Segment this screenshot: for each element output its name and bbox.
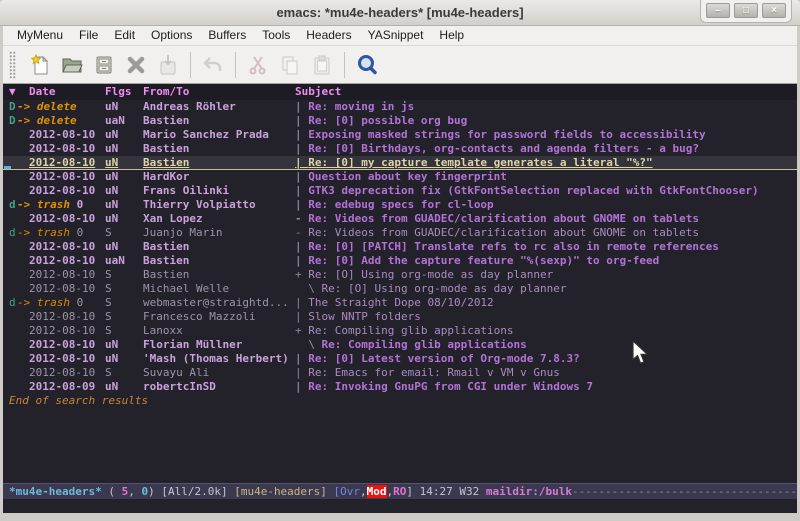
toolbar-separator <box>190 52 191 78</box>
maximize-button[interactable]: □ <box>734 3 758 18</box>
modeline-segment: ---------------------------------------- <box>572 485 797 498</box>
end-of-results: End of search results <box>3 394 797 408</box>
message-row[interactable]: 2012-08-10SBastien+ Re: [O] Using org-mo… <box>3 268 797 282</box>
modeline-segment: , <box>128 485 141 498</box>
menu-item-help[interactable]: Help <box>431 26 472 45</box>
new-file-icon[interactable] <box>24 50 56 80</box>
menu-item-mymenu[interactable]: MyMenu <box>9 26 71 45</box>
modeline-segment: 14:27 W32 <box>420 485 486 498</box>
message-row[interactable]: D-> deleteuNAndreas Röhler| Re: moving i… <box>3 100 797 114</box>
modeline-segment: [mu4e-headers] <box>234 485 333 498</box>
message-row[interactable]: 2012-08-10uNMario Sanchez Prada| Exposin… <box>3 128 797 142</box>
message-row[interactable]: 2012-08-10SMichael Welle \ Re: [O] Using… <box>3 282 797 296</box>
message-row[interactable]: 2012-08-09uNrobertcInSD| Re: Invoking Gn… <box>3 380 797 394</box>
toolbar-drag-handle[interactable] <box>9 51 16 79</box>
modeline-segment: ( <box>102 485 122 498</box>
message-row[interactable]: 2012-08-10uNHardKor| Question about key … <box>3 170 797 184</box>
text-cursor <box>4 166 11 169</box>
menu-item-options[interactable]: Options <box>143 26 200 45</box>
close-buffer-icon[interactable] <box>120 50 152 80</box>
modeline-segment: *mu4e-headers* <box>9 485 102 498</box>
window-controls: – □ × <box>700 0 792 23</box>
modeline-segment: ] <box>406 485 419 498</box>
column-header-subject: Subject <box>295 85 341 98</box>
modeline-segment: Mod <box>367 485 387 498</box>
message-row[interactable]: d-> trash 0uNThierry Volpiatto| Re: edeb… <box>3 198 797 212</box>
column-header-flags: Flgs <box>105 84 143 100</box>
modeline-segment: RO <box>393 485 406 498</box>
menu-item-yasnippet[interactable]: YASnippet <box>360 26 432 45</box>
message-row[interactable]: 2012-08-10SLanoxx+ Re: Compiling glib ap… <box>3 324 797 338</box>
minimize-button[interactable]: – <box>706 3 730 18</box>
menu-item-tools[interactable]: Tools <box>254 26 298 45</box>
toolbar-separator <box>235 52 236 78</box>
mu4e-headers-buffer: ▼DateFlgsFrom/ToSubject D-> deleteuNAndr… <box>3 84 797 499</box>
menu-item-file[interactable]: File <box>71 26 106 45</box>
save-icon[interactable] <box>88 50 120 80</box>
column-header-date: Date <box>17 84 105 100</box>
message-row[interactable]: 2012-08-10SSuvayu Ali| Re: Emacs for ema… <box>3 366 797 380</box>
close-button[interactable]: × <box>762 3 786 18</box>
menubar: MyMenuFileEditOptionsBuffersToolsHeaders… <box>3 26 797 45</box>
message-row[interactable]: 2012-08-10SFrancesco Mazzoli| Slow NNTP … <box>3 310 797 324</box>
message-row[interactable]: d-> trash 0SJuanjo Marin- Re: Videos fro… <box>3 226 797 240</box>
menu-item-headers[interactable]: Headers <box>298 26 359 45</box>
message-row[interactable]: 2012-08-10uNXan Lopez- Re: Videos from G… <box>3 212 797 226</box>
menu-item-edit[interactable]: Edit <box>106 26 143 45</box>
message-row[interactable]: 2012-08-10uaNBastien| Re: [0] Add the ca… <box>3 254 797 268</box>
open-folder-icon[interactable] <box>56 50 88 80</box>
headers-header-line: ▼DateFlgsFrom/ToSubject <box>3 84 797 100</box>
menu-item-buffers[interactable]: Buffers <box>200 26 254 45</box>
buffer-empty-space <box>3 408 797 483</box>
undo-icon <box>197 50 229 80</box>
emacs-window: emacs: *mu4e-headers* [mu4e-headers] – □… <box>0 0 800 521</box>
message-row[interactable]: 2012-08-10uNFrans Oilinki| GTK3 deprecat… <box>3 184 797 198</box>
paste-icon <box>306 50 338 80</box>
toolbar <box>3 45 797 84</box>
cut-icon <box>242 50 274 80</box>
modeline: *mu4e-headers* ( 5, 0) [All/2.0k] [mu4e-… <box>3 483 797 499</box>
search-icon[interactable] <box>351 50 383 80</box>
modeline-segment: ) <box>148 485 161 498</box>
message-row[interactable]: D-> deleteuaNBastien| Re: [0] possible o… <box>3 114 797 128</box>
column-header-from: From/To <box>143 84 295 100</box>
minibuffer[interactable] <box>3 499 797 513</box>
message-row[interactable]: 2012-08-10uNBastien| Re: [0] Birthdays, … <box>3 142 797 156</box>
copy-icon <box>274 50 306 80</box>
message-row[interactable]: 2012-08-10uN'Mash (Thomas Herbert)| Re: … <box>3 352 797 366</box>
message-row[interactable]: 2012-08-10uNBastien| Re: [0] my capture … <box>3 156 797 170</box>
frame: MyMenuFileEditOptionsBuffersToolsHeaders… <box>0 26 800 517</box>
message-row[interactable]: 2012-08-10uNBastien| Re: [0] [PATCH] Tra… <box>3 240 797 254</box>
titlebar[interactable]: emacs: *mu4e-headers* [mu4e-headers] – □… <box>0 0 800 26</box>
modeline-segment: [All/2.0k] <box>161 485 234 498</box>
message-row[interactable]: d-> trash 0Swebmaster@straightd...| The … <box>3 296 797 310</box>
message-list: D-> deleteuNAndreas Röhler| Re: moving i… <box>3 100 797 394</box>
sort-indicator-icon: ▼ <box>3 84 17 100</box>
modeline-segment: maildir:/bulk <box>486 485 572 498</box>
toolbar-separator <box>344 52 345 78</box>
save-as-icon <box>152 50 184 80</box>
modeline-segment: Ovr <box>340 485 360 498</box>
modeline-segment: , <box>360 485 367 498</box>
window-title: emacs: *mu4e-headers* [mu4e-headers] <box>0 0 800 26</box>
message-row[interactable]: 2012-08-10uNFlorian Müllner \ Re: Compil… <box>3 338 797 352</box>
